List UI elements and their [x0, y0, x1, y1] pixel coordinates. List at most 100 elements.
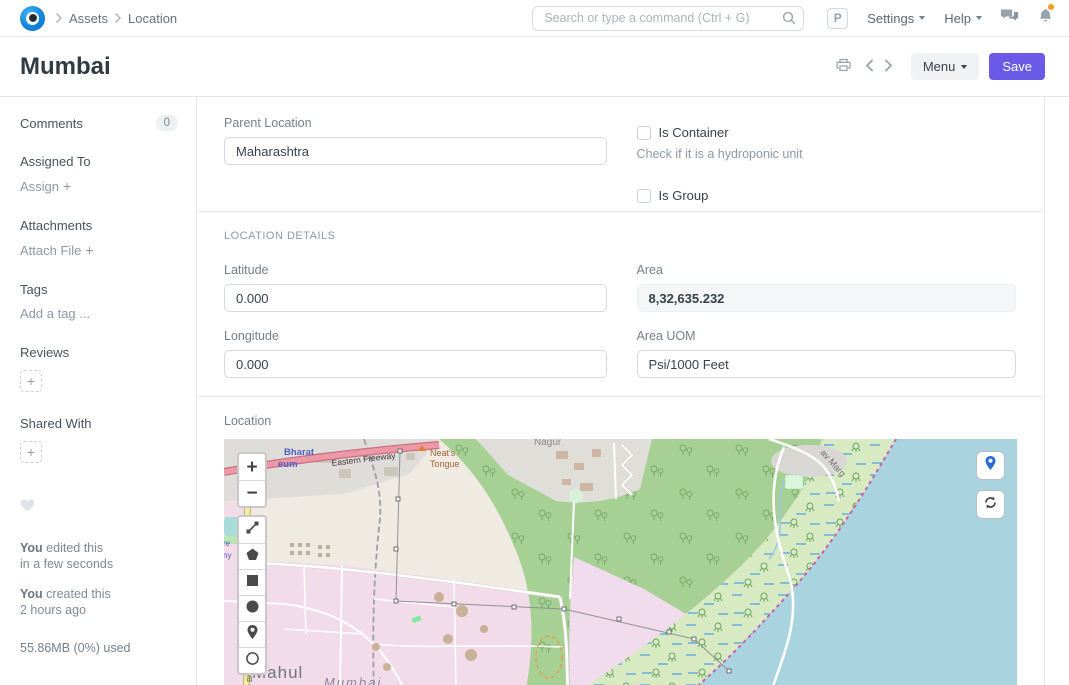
polyline-icon — [245, 520, 260, 540]
chevron-right-icon — [55, 13, 63, 23]
longitude-input[interactable] — [224, 350, 607, 378]
menu-button[interactable]: Menu — [911, 53, 980, 80]
draw-circle-button[interactable] — [239, 595, 265, 621]
edited-what: edited this — [46, 541, 103, 555]
draw-marker-button[interactable] — [239, 621, 265, 647]
draw-polyline-button[interactable] — [239, 517, 265, 543]
created-when: 2 hours ago — [20, 603, 86, 617]
chevron-left-icon — [865, 59, 874, 75]
checkbox-icon — [637, 189, 651, 203]
checkbox-icon — [637, 126, 651, 140]
plus-icon: + — [27, 444, 35, 460]
area-value: 8,32,635.232 — [637, 284, 1017, 312]
reviews-label: Reviews — [20, 345, 178, 360]
circle-icon — [245, 599, 260, 619]
created-info: You created this 2 hours ago — [20, 587, 178, 618]
assign-link[interactable]: Assign — [20, 178, 178, 194]
map-draw-toolbar — [237, 515, 267, 675]
settings-menu[interactable]: Settings — [867, 11, 925, 26]
latitude-input[interactable] — [224, 284, 607, 312]
navbar: Assets Location P Settings Help — [0, 0, 1069, 37]
form-body: Parent Location Is Container Check if it… — [197, 97, 1045, 685]
next-record-button[interactable] — [879, 59, 898, 75]
form-sidebar: Comments 0 Assigned To Assign Attachment… — [0, 97, 197, 685]
polygon-icon — [245, 547, 260, 567]
save-button[interactable]: Save — [989, 53, 1045, 80]
latitude-label: Latitude — [224, 263, 607, 277]
breadcrumb: Assets Location — [55, 11, 177, 26]
location-pin-icon — [984, 455, 997, 476]
map-canvas: Eastern Freeway Bharat eum Nagur Neat's … — [224, 439, 1017, 685]
location-map[interactable]: Eastern Freeway Bharat eum Nagur Neat's … — [224, 439, 1017, 685]
user-avatar[interactable]: P — [827, 8, 848, 29]
page-title: Mumbai — [20, 53, 111, 81]
search-input[interactable] — [532, 6, 804, 31]
area-uom-input[interactable] — [637, 350, 1017, 378]
chevron-right-icon — [114, 13, 122, 23]
prev-record-button[interactable] — [860, 59, 879, 75]
edited-who: You — [20, 541, 43, 555]
zoom-out-button[interactable]: − — [239, 480, 265, 506]
rectangle-icon — [245, 573, 260, 593]
search-icon — [782, 11, 796, 30]
refresh-icon — [983, 495, 998, 515]
longitude-label: Longitude — [224, 329, 607, 343]
created-who: You — [20, 587, 43, 601]
tags-label: Tags — [20, 282, 178, 297]
settings-label: Settings — [867, 11, 914, 26]
map-refresh-button[interactable] — [976, 490, 1005, 519]
minus-icon: − — [246, 484, 257, 503]
print-button[interactable] — [831, 58, 856, 75]
map-locate-button[interactable] — [976, 451, 1005, 480]
parent-location-input[interactable] — [224, 137, 607, 165]
edited-when: in a few seconds — [20, 557, 113, 571]
is-container-label: Is Container — [659, 125, 729, 140]
location-map-label: Location — [224, 414, 1016, 428]
shared-with-label: Shared With — [20, 416, 178, 431]
is-group-checkbox[interactable]: Is Group — [637, 188, 1017, 203]
breadcrumb-assets[interactable]: Assets — [69, 11, 108, 26]
is-container-checkbox[interactable]: Is Container — [637, 125, 1017, 140]
section-location-details: Location Details Latitude Area 8,32,635.… — [197, 212, 1044, 397]
chevron-right-icon — [884, 59, 893, 75]
notifications-bell[interactable] — [1038, 8, 1053, 29]
zoom-in-button[interactable]: + — [239, 454, 265, 480]
draw-polygon-button[interactable] — [239, 543, 265, 569]
app-logo[interactable] — [20, 6, 45, 31]
map-zoom-control: + − — [237, 452, 267, 508]
circlemarker-icon — [245, 651, 260, 671]
printer-icon — [836, 58, 851, 75]
notification-dot — [1048, 4, 1054, 10]
help-menu[interactable]: Help — [944, 11, 982, 26]
draw-rectangle-button[interactable] — [239, 569, 265, 595]
logo-dot — [29, 14, 37, 22]
created-what: created this — [46, 587, 111, 601]
add-review-button[interactable]: + — [20, 370, 42, 392]
breadcrumb-location[interactable]: Location — [128, 11, 177, 26]
add-tag-link[interactable]: Add a tag ... — [20, 306, 178, 321]
is-group-label: Is Group — [659, 188, 709, 203]
comments-count-badge: 0 — [156, 115, 178, 131]
chevron-down-icon — [961, 65, 967, 69]
plus-icon: + — [27, 373, 35, 389]
page-header: Mumbai Menu Save — [0, 37, 1069, 97]
like-heart-icon[interactable] — [20, 499, 178, 517]
parent-location-label: Parent Location — [224, 116, 607, 130]
global-search — [532, 6, 804, 31]
chat-icon[interactable] — [1001, 8, 1019, 28]
comments-row[interactable]: Comments 0 — [20, 115, 178, 131]
edited-info: You edited this in a few seconds — [20, 541, 178, 572]
area-label: Area — [637, 263, 1017, 277]
storage-usage: 55.86MB (0%) used — [20, 641, 178, 655]
attach-file-link[interactable]: Attach File — [20, 242, 178, 258]
draw-circlemarker-button[interactable] — [239, 647, 265, 673]
chevron-down-icon — [976, 16, 982, 20]
section-map: Location — [197, 397, 1044, 685]
chevron-down-icon — [919, 16, 925, 20]
marker-icon — [246, 624, 259, 645]
area-uom-label: Area UOM — [637, 329, 1017, 343]
help-label: Help — [944, 11, 971, 26]
is-container-description: Check if it is a hydroponic unit — [637, 147, 1017, 161]
assigned-to-label: Assigned To — [20, 154, 178, 169]
share-button[interactable]: + — [20, 441, 42, 463]
